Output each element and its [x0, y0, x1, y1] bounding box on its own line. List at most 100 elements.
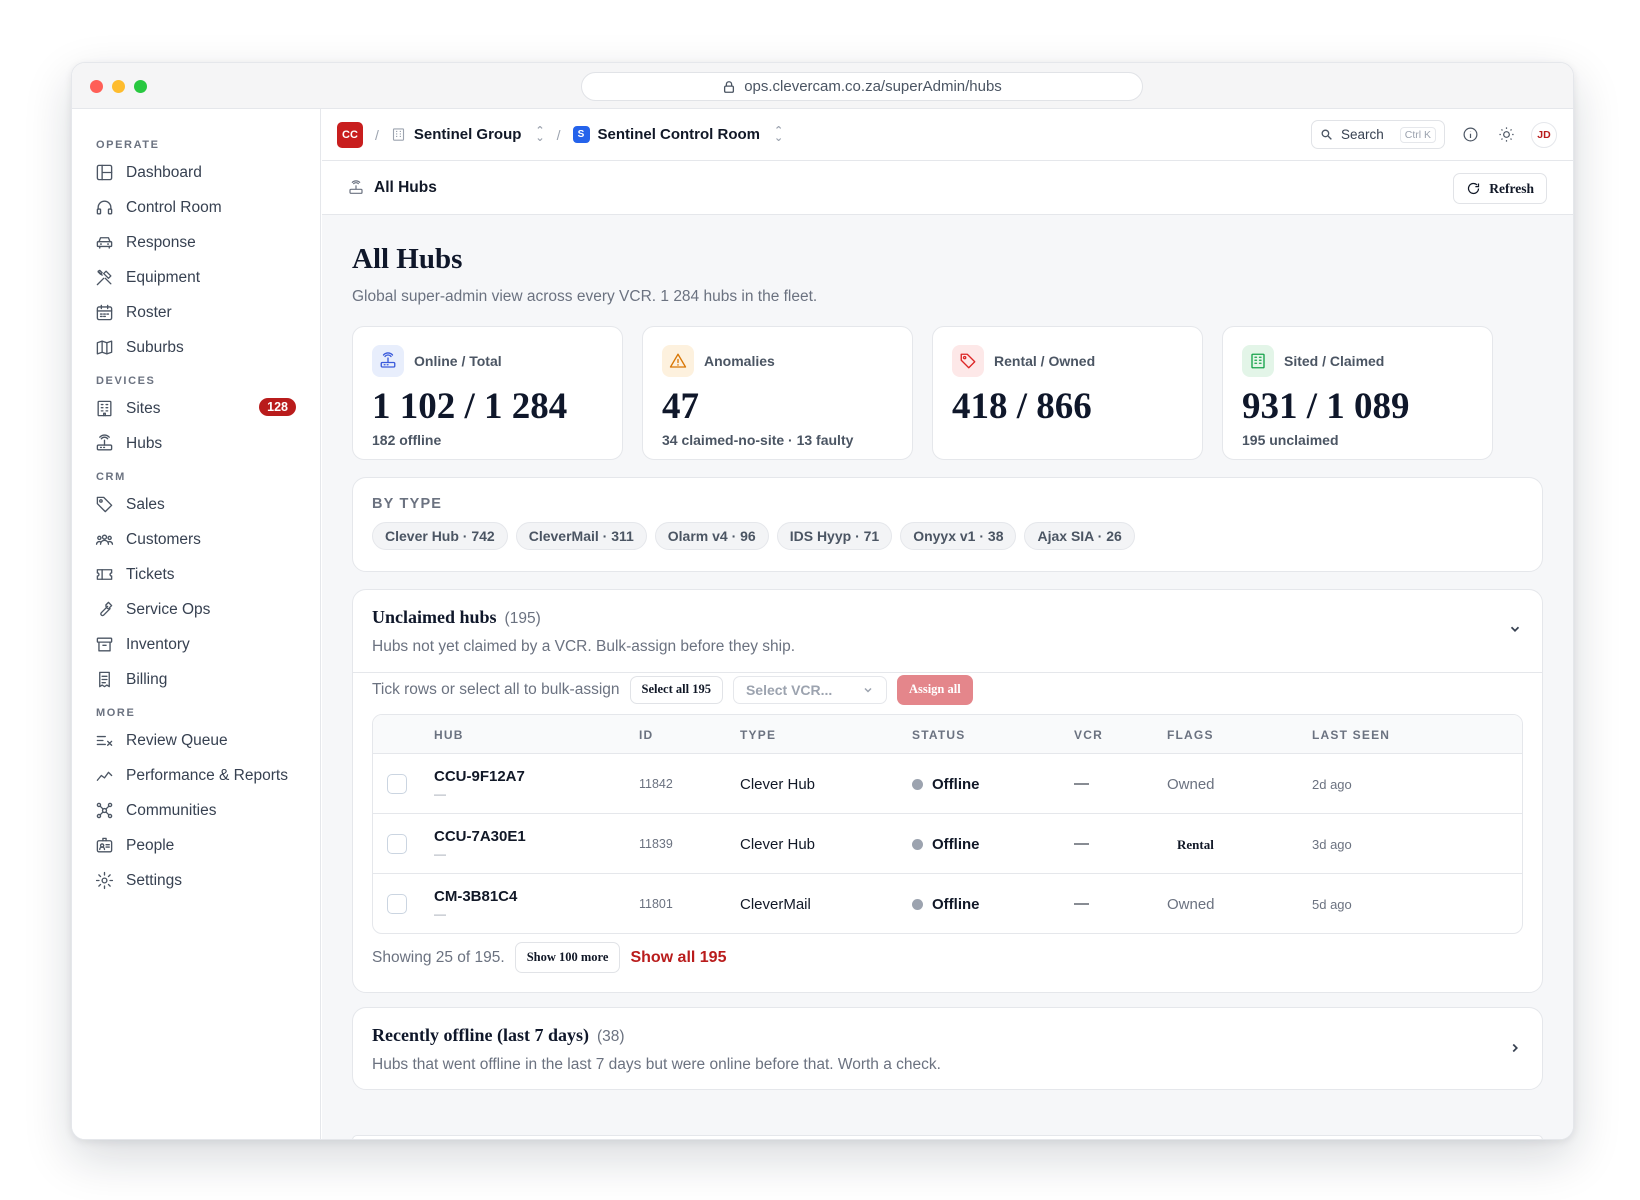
kpi-subtext: 34 claimed-no-site · 13 faulty: [662, 432, 854, 448]
sidebar-item-people[interactable]: People: [72, 828, 320, 863]
vcr-select[interactable]: Select VCR...: [732, 675, 887, 704]
sidebar-item-performance-reports[interactable]: Performance & Reports: [72, 758, 320, 793]
address-bar[interactable]: ops.clevercam.co.za/superAdmin/hubs: [581, 72, 1143, 101]
sidebar-item-response[interactable]: Response: [72, 225, 320, 260]
row-checkbox[interactable]: [387, 774, 407, 794]
group-switcher[interactable]: Sentinel Group ⌃ ⌄: [391, 125, 545, 143]
recently-offline-card[interactable]: Recently offline (last 7 days) (38) Hubs…: [352, 1007, 1543, 1090]
sidebar-item-label: Dashboard: [126, 163, 202, 181]
sidebar-item-service-ops[interactable]: Service Ops: [72, 592, 320, 627]
hub-site: —: [434, 787, 446, 801]
search-icon: [1321, 129, 1332, 140]
section-subtitle: Hubs not yet claimed by a VCR. Bulk-assi…: [372, 638, 796, 655]
hub-vcr: —: [1074, 895, 1089, 912]
sidebar-item-billing[interactable]: Billing: [72, 662, 320, 697]
sidebar-item-label: Inventory: [126, 635, 190, 653]
page-subtitle: Global super-admin view across every VCR…: [352, 288, 818, 305]
row-checkbox[interactable]: [387, 834, 407, 854]
hub-status: Offline: [912, 896, 980, 913]
id-card-icon: [96, 837, 113, 853]
browser-titlebar: ops.clevercam.co.za/superAdmin/hubs: [72, 63, 1573, 109]
column-header-id[interactable]: ID: [639, 728, 653, 742]
section-title: Recently offline (last 7 days): [372, 1025, 589, 1045]
sidebar-item-hubs[interactable]: Hubs: [72, 426, 320, 461]
sidebar-item-tickets[interactable]: Tickets: [72, 557, 320, 592]
by-type-label: BY TYPE: [372, 496, 443, 512]
type-chip[interactable]: Onyyx v1 · 38: [900, 522, 1017, 550]
hub-vcr: —: [1074, 775, 1089, 792]
kpi-label: Online / Total: [414, 353, 502, 369]
sidebar-item-settings[interactable]: Settings: [72, 863, 320, 898]
sidebar-item-communities[interactable]: Communities: [72, 793, 320, 828]
building-icon: [392, 128, 404, 141]
sidebar-item-suburbs[interactable]: Suburbs: [72, 330, 320, 365]
sidebar-item-customers[interactable]: Customers: [72, 522, 320, 557]
type-chip[interactable]: Olarm v4 · 96: [654, 522, 769, 550]
sidebar-item-review-queue[interactable]: Review Queue: [72, 723, 320, 758]
row-checkbox[interactable]: [387, 894, 407, 914]
column-header-type[interactable]: TYPE: [740, 728, 776, 742]
hub-status: Offline: [912, 776, 980, 793]
hub-name[interactable]: CCU-7A30E1: [434, 828, 526, 845]
table-row[interactable]: CM-3B81C4 — 11801 CleverMail Offline — O…: [373, 874, 1522, 933]
sidebar-item-sites[interactable]: Sites 128: [72, 391, 320, 426]
sidebar-item-dashboard[interactable]: Dashboard: [72, 155, 320, 190]
table-row[interactable]: CCU-7A30E1 — 11839 Clever Hub Offline — …: [373, 814, 1522, 874]
sidebar-item-label: Response: [126, 233, 196, 251]
network-icon: [96, 802, 113, 819]
maximize-window-button[interactable]: [134, 80, 147, 93]
assign-all-button[interactable]: Assign all: [896, 674, 973, 705]
select-all-button[interactable]: Select all 195: [629, 675, 723, 704]
search-button[interactable]: Search Ctrl K: [1311, 120, 1445, 149]
sidebar: OPERATE Dashboard Control Room Response …: [72, 109, 321, 1139]
chevron-right-icon[interactable]: [1508, 1041, 1522, 1055]
hub-type: CleverMail: [740, 896, 811, 913]
hub-flags: Owned: [1167, 896, 1215, 913]
sidebar-item-label: Performance & Reports: [126, 766, 288, 784]
user-avatar[interactable]: JD: [1531, 121, 1557, 148]
sidebar-item-sales[interactable]: Sales: [72, 487, 320, 522]
room-name: Sentinel Control Room: [597, 126, 761, 143]
sidebar-item-label: Tickets: [126, 565, 175, 583]
kpi-card-anomalies: Anomalies 47 34 claimed-no-site · 13 fau…: [642, 326, 913, 460]
column-header-hub[interactable]: HUB: [434, 728, 464, 742]
lock-icon: [724, 80, 735, 93]
hub-last-seen: 3d ago: [1312, 837, 1352, 852]
page-header-bar: All Hubs Refresh: [322, 161, 1573, 215]
table-row[interactable]: CCU-9F12A7 — 11842 Clever Hub Offline — …: [373, 754, 1522, 814]
sidebar-item-roster[interactable]: Roster: [72, 295, 320, 330]
sidebar-item-inventory[interactable]: Inventory: [72, 627, 320, 662]
type-chip[interactable]: Clever Hub · 742: [372, 522, 508, 550]
room-switcher[interactable]: S Sentinel Control Room ⌃ ⌄: [572, 125, 783, 143]
showing-count: Showing 25 of 195.: [372, 948, 505, 966]
column-header-flags[interactable]: FLAGS: [1167, 728, 1214, 742]
column-header-last-seen[interactable]: LAST SEEN: [1312, 728, 1390, 742]
close-window-button[interactable]: [90, 80, 103, 93]
page-header-title: All Hubs: [374, 178, 437, 196]
search-label: Search: [1341, 127, 1384, 142]
column-header-status[interactable]: STATUS: [912, 728, 965, 742]
show-more-button[interactable]: Show 100 more: [514, 942, 621, 973]
type-chip[interactable]: CleverMail · 311: [515, 522, 647, 550]
info-button[interactable]: [1459, 124, 1481, 146]
sidebar-item-equipment[interactable]: Equipment: [72, 260, 320, 295]
unclaimed-header[interactable]: Unclaimed hubs (195) Hubs not yet claime…: [353, 590, 1542, 673]
router-icon: [372, 345, 404, 377]
type-chip[interactable]: Ajax SIA · 26: [1024, 522, 1135, 550]
hub-type: Clever Hub: [740, 836, 816, 853]
org-logo[interactable]: CC: [337, 121, 363, 148]
hub-name[interactable]: CM-3B81C4: [434, 888, 517, 905]
sidebar-item-control-room[interactable]: Control Room: [72, 190, 320, 225]
type-chip[interactable]: IDS Hyyp · 71: [776, 522, 893, 550]
sidebar-item-label: Communities: [126, 801, 217, 819]
chevron-down-icon[interactable]: [1508, 622, 1522, 636]
kpi-value: 931 / 1 089: [1242, 386, 1410, 427]
kpi-value: 1 102 / 1 284: [372, 386, 568, 427]
hub-name[interactable]: CCU-9F12A7: [434, 768, 525, 785]
minimize-window-button[interactable]: [112, 80, 125, 93]
theme-toggle-button[interactable]: [1495, 124, 1517, 146]
kpi-label: Anomalies: [704, 353, 775, 369]
refresh-button[interactable]: Refresh: [1453, 173, 1547, 204]
show-all-link[interactable]: Show all 195: [630, 949, 726, 967]
column-header-vcr[interactable]: VCR: [1074, 728, 1103, 742]
